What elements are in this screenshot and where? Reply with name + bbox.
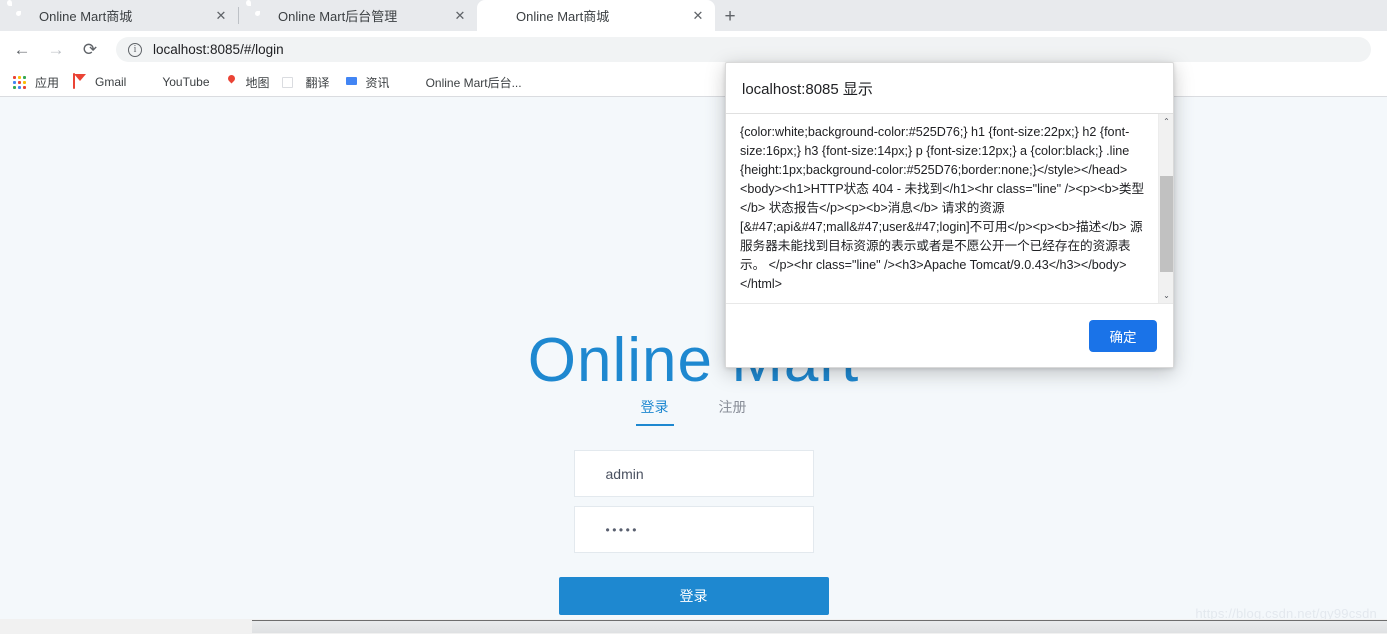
password-input[interactable]: ••••• <box>573 506 814 553</box>
bookmark-label: 应用 <box>35 75 60 90</box>
site-info-icon[interactable]: i <box>128 42 142 57</box>
youtube-icon <box>140 74 156 90</box>
scroll-down-icon[interactable]: ⌄ <box>1159 288 1174 303</box>
dialog-ok-button[interactable]: 确定 <box>1089 319 1157 352</box>
horizontal-scrollbar-thumb[interactable] <box>252 620 1387 633</box>
dialog-footer: 确定 <box>726 303 1173 367</box>
globe-icon <box>253 8 269 24</box>
new-tab-button[interactable]: + <box>715 3 745 31</box>
address-bar-text: localhost:8085/#/login <box>153 42 284 57</box>
tab-title: Online Mart后台管理 <box>278 9 398 24</box>
address-bar[interactable]: i localhost:8085/#/login <box>116 37 1371 62</box>
browser-toolbar: ← → ⟳ i localhost:8085/#/login <box>0 31 1387 68</box>
back-icon[interactable]: ← <box>8 36 36 64</box>
tab-close-icon[interactable]: ✕ <box>451 7 469 25</box>
page-title: Online Mart <box>527 326 860 395</box>
bookmark-label: Gmail <box>95 75 127 89</box>
bookmark-maps[interactable]: 地图 <box>217 71 277 93</box>
tab-close-icon[interactable]: ✕ <box>689 7 707 25</box>
apps-grid-icon <box>13 74 29 90</box>
news-icon <box>344 74 360 90</box>
dialog-message: {color:white;background-color:#525D76;} … <box>740 125 1145 291</box>
tab-close-icon[interactable]: ✕ <box>212 7 230 25</box>
dialog-body: {color:white;background-color:#525D76;} … <box>726 113 1173 303</box>
tab-title: Online Mart商城 <box>39 9 133 24</box>
tab-strip: Online Mart商城 ✕ Online Mart后台管理 ✕ Online… <box>0 0 1387 31</box>
bookmark-gmail[interactable]: Gmail <box>66 71 133 93</box>
bookmark-label: 翻译 <box>305 75 330 90</box>
browser-tab-3-active[interactable]: Online Mart商城 ✕ <box>477 0 715 31</box>
bookmark-label: Online Mart后台... <box>425 75 522 90</box>
globe-icon <box>491 8 507 24</box>
gmail-icon <box>73 73 89 90</box>
page-viewport: Online Mart 登录 注册 admin ••••• 登录 https:/… <box>0 97 1387 634</box>
globe-icon <box>14 8 30 24</box>
tab-title: Online Mart商城 <box>516 9 610 24</box>
tab-register[interactable]: 注册 <box>719 397 747 426</box>
horizontal-scrollbar[interactable] <box>0 619 1387 634</box>
forward-icon: → <box>47 39 65 59</box>
browser-chrome: Online Mart商城 ✕ Online Mart后台管理 ✕ Online… <box>0 0 1387 634</box>
globe-icon <box>404 74 420 90</box>
bookmark-apps[interactable]: 应用 <box>6 71 66 93</box>
browser-tab-1[interactable]: Online Mart商城 ✕ <box>0 0 238 31</box>
bookmark-translate[interactable]: 文 翻译 <box>277 71 337 93</box>
bookmarks-bar: 应用 Gmail YouTube 地图 文 翻译 资讯 Online Mart后… <box>0 68 1387 97</box>
dialog-scrollbar-thumb[interactable] <box>1160 176 1173 272</box>
bookmark-label: 资讯 <box>365 75 390 90</box>
translate-icon: 文 <box>283 78 292 87</box>
maps-icon <box>224 74 240 90</box>
bookmark-news[interactable]: 资讯 <box>337 71 397 93</box>
browser-tab-2[interactable]: Online Mart后台管理 ✕ <box>239 0 477 31</box>
login-card: 登录 注册 admin ••••• 登录 <box>524 397 864 615</box>
bookmark-label: 地图 <box>245 75 270 90</box>
scroll-up-icon[interactable]: ⌃ <box>1159 114 1174 129</box>
auth-tabs: 登录 注册 <box>524 397 864 426</box>
dialog-title: localhost:8085 显示 <box>742 80 873 98</box>
reload-icon[interactable]: ⟳ <box>76 36 104 64</box>
bookmark-label: YouTube <box>162 75 210 89</box>
login-button[interactable]: 登录 <box>558 577 829 615</box>
username-input[interactable]: admin <box>573 450 814 497</box>
tab-login[interactable]: 登录 <box>635 397 674 426</box>
bookmark-youtube[interactable]: YouTube <box>133 71 216 93</box>
dialog-scrollbar[interactable]: ⌃ ⌄ <box>1158 114 1173 303</box>
javascript-alert-dialog: localhost:8085 显示 {color:white;backgroun… <box>725 62 1174 368</box>
bookmark-online-mart-admin[interactable]: Online Mart后台... <box>397 71 529 93</box>
